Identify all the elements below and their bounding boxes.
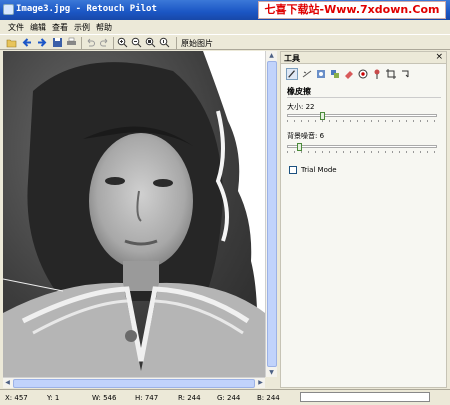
status-x: X: 457 xyxy=(5,394,28,402)
tools-panel-header: 工具 × xyxy=(281,52,446,64)
scroll-right-icon[interactable]: ▶ xyxy=(256,378,265,387)
tools-panel-title: 工具 xyxy=(284,54,300,63)
stamp-icon[interactable] xyxy=(315,68,327,80)
progress-bar xyxy=(300,392,430,402)
noise-label: 背景噪音: 6 xyxy=(287,132,325,140)
menu-edit[interactable]: 编辑 xyxy=(30,22,46,33)
title-bar: Image3.jpg - Retouch Pilot 七喜下载站-Www.7xd… xyxy=(0,0,450,20)
toolbar-separator xyxy=(113,37,114,49)
section-title-eraser: 橡皮擦 xyxy=(287,87,311,96)
menu-view[interactable]: 查看 xyxy=(52,22,68,33)
patch-icon[interactable] xyxy=(329,68,341,80)
image-canvas[interactable] xyxy=(3,51,265,377)
size-slider-thumb[interactable] xyxy=(320,112,325,120)
trial-mode-checkbox[interactable] xyxy=(289,166,297,174)
zoom-out-icon[interactable] xyxy=(131,37,142,48)
scratch-icon[interactable] xyxy=(301,68,313,80)
zoom-in-icon[interactable] xyxy=(117,37,128,48)
scroll-left-icon[interactable]: ◀ xyxy=(3,378,12,387)
noise-slider[interactable] xyxy=(287,143,437,151)
size-slider[interactable] xyxy=(287,112,437,120)
open-icon[interactable] xyxy=(6,37,17,48)
toolbar-separator xyxy=(176,37,177,49)
noise-slider-thumb[interactable] xyxy=(297,143,302,151)
status-y: Y: 1 xyxy=(47,394,60,402)
close-icon[interactable]: × xyxy=(435,52,443,62)
back-icon[interactable] xyxy=(22,37,33,48)
zoom-actual-icon[interactable] xyxy=(159,37,170,48)
print-icon[interactable] xyxy=(66,37,77,48)
vertical-scrollbar[interactable]: ▲ ▼ xyxy=(265,51,277,377)
crop-icon[interactable] xyxy=(385,68,397,80)
status-width: W: 546 xyxy=(92,394,117,402)
vertical-scroll-thumb[interactable] xyxy=(267,61,277,367)
menu-examples[interactable]: 示例 xyxy=(74,22,90,33)
size-slider-ticks xyxy=(287,120,437,122)
app-icon xyxy=(3,4,14,15)
trial-mode-label: Trial Mode xyxy=(301,166,337,174)
status-red: R: 244 xyxy=(178,394,201,402)
redo-icon[interactable] xyxy=(99,37,110,48)
toolbar-separator xyxy=(81,37,82,49)
rotate-icon[interactable] xyxy=(399,68,411,80)
status-green: G: 244 xyxy=(217,394,241,402)
menu-help[interactable]: 帮助 xyxy=(96,22,112,33)
undo-icon[interactable] xyxy=(85,37,96,48)
brush-icon[interactable] xyxy=(286,68,298,80)
status-bar: X: 457 Y: 1 W: 546 H: 747 R: 244 G: 244 … xyxy=(0,389,450,405)
toolbar: 原始图片 xyxy=(0,34,450,50)
tools-panel: 工具 × 橡皮擦 大小: 22 背景噪音: 6 Trial Mode xyxy=(280,51,447,388)
window-title: Image3.jpg - Retouch Pilot xyxy=(16,4,157,14)
pin-icon[interactable] xyxy=(371,68,383,80)
menu-bar: 文件 编辑 查看 示例 帮助 xyxy=(0,20,450,34)
watermark-banner: 七喜下载站-Www.7xdown.Com xyxy=(258,1,446,19)
section-divider xyxy=(287,97,441,98)
zoom-fit-icon[interactable] xyxy=(145,37,156,48)
status-blue: B: 244 xyxy=(257,394,280,402)
menu-file[interactable]: 文件 xyxy=(8,22,24,33)
noise-slider-ticks xyxy=(287,151,437,153)
scroll-down-icon[interactable]: ▼ xyxy=(267,368,276,377)
redeye-icon[interactable] xyxy=(357,68,369,80)
save-icon[interactable] xyxy=(52,37,63,48)
size-label: 大小: 22 xyxy=(287,103,315,111)
eraser-icon[interactable] xyxy=(343,68,355,80)
horizontal-scrollbar[interactable]: ◀ ▶ xyxy=(3,377,265,388)
scroll-up-icon[interactable]: ▲ xyxy=(267,51,276,60)
horizontal-scroll-thumb[interactable] xyxy=(13,379,255,388)
original-image-button[interactable]: 原始图片 xyxy=(181,38,213,49)
forward-icon[interactable] xyxy=(36,37,47,48)
photo-image xyxy=(3,51,265,377)
status-height: H: 747 xyxy=(135,394,159,402)
